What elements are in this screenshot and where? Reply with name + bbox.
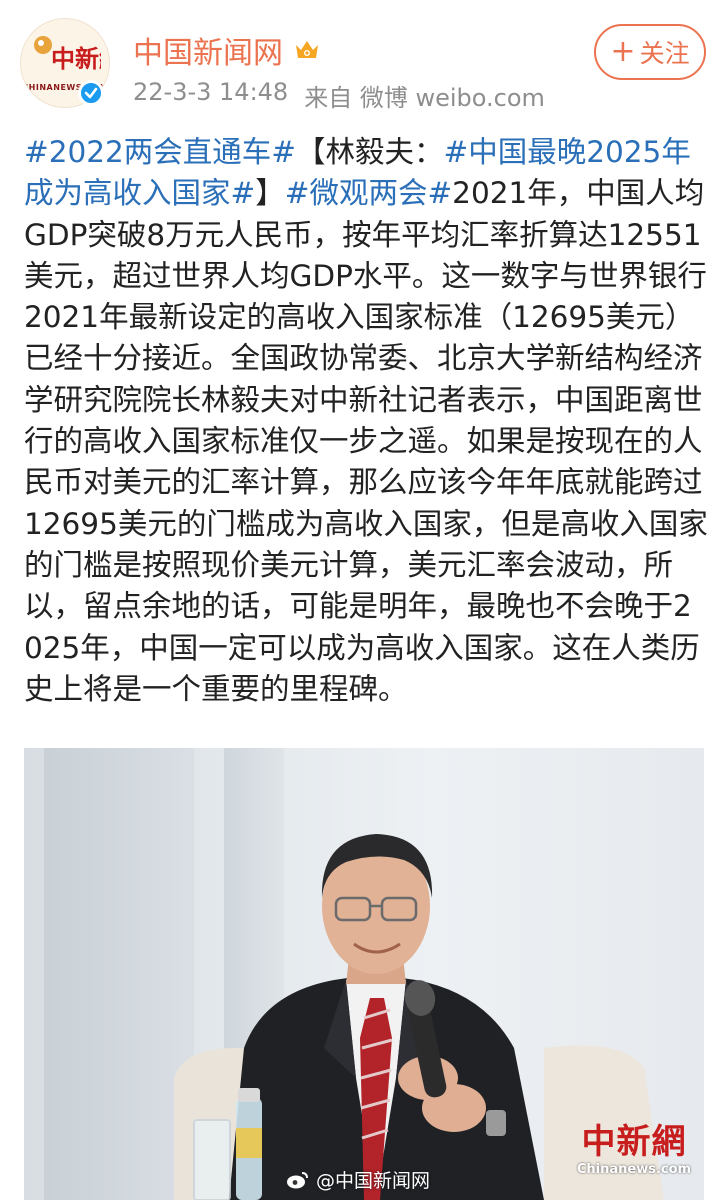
chinanews-logo-icon: 中新網: [29, 33, 101, 77]
post-text-segment: 【林毅夫：: [296, 135, 444, 169]
watermark-en: Chinanews.com: [576, 1162, 692, 1177]
post-timestamp: 22-3-3 14:48: [133, 78, 289, 106]
vip-crown-icon[interactable]: [293, 36, 321, 64]
chinanews-watermark: 中新網 Chinanews.com: [568, 1122, 700, 1178]
source-app[interactable]: 微博 weibo.com: [360, 84, 545, 112]
weibo-icon: [287, 1171, 308, 1188]
weibo-watermark: @中国新闻网: [286, 1166, 430, 1193]
post-text: #2022两会直通车#【林毅夫：#中国最晚2025年成为高收入国家#】#微观两会…: [24, 132, 708, 710]
avatar-logo-text: 中新網: [51, 44, 101, 73]
name-row: 中国新闻网: [133, 28, 321, 72]
account-name[interactable]: 中国新闻网: [133, 28, 283, 72]
watermark-cn: 中新網: [581, 1122, 687, 1162]
post-header: 中新網 CHINANEWS.COM 中国新闻网 22-3-3 14:48 来自 …: [0, 0, 728, 120]
source-prefix: 来自: [304, 84, 353, 112]
post-meta: 22-3-3 14:48 来自 微博 weibo.com: [133, 78, 545, 113]
follow-label: 关注: [639, 39, 690, 68]
verified-badge-icon: [78, 80, 104, 106]
follow-button[interactable]: + 关注: [594, 24, 706, 80]
post-body: 2021年，中国人均GDP突破8万元人民币，按年平均汇率折算达12551美元，超…: [24, 176, 708, 706]
hashtag-2022-lianghui[interactable]: #2022两会直通车#: [24, 135, 296, 169]
plus-icon: +: [610, 34, 636, 69]
weibo-watermark-text: @中国新闻网: [316, 1170, 431, 1192]
post-text-segment: 】: [255, 176, 285, 211]
hashtag-micro-lianghui[interactable]: #微观两会#: [285, 176, 452, 210]
post-source: 来自 微博 weibo.com: [304, 78, 545, 113]
